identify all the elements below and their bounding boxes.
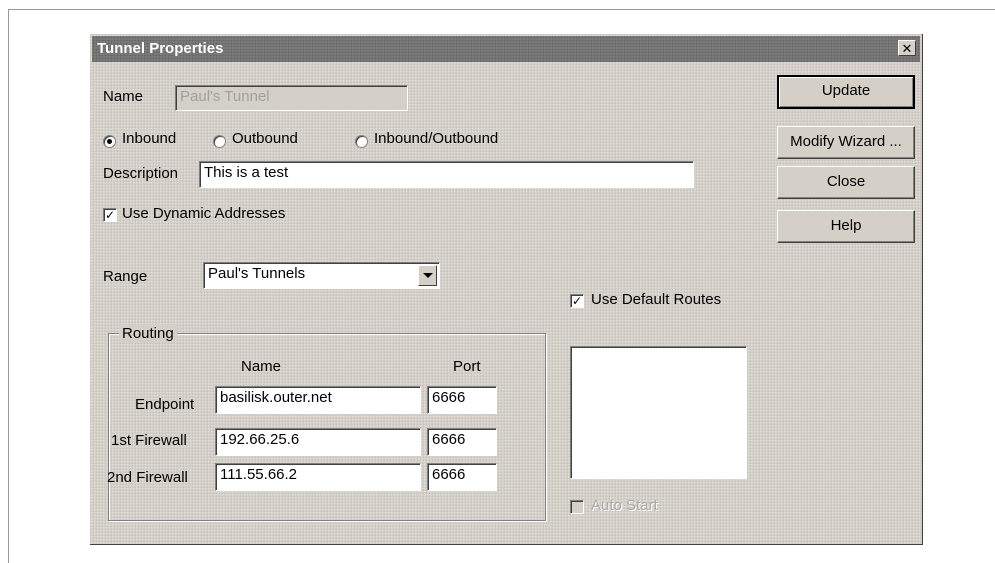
routing-row-label-firewall2: 2nd Firewall [107, 469, 188, 486]
endpoint-name-field[interactable]: basilisk.outer.net [215, 386, 421, 414]
range-combobox[interactable]: Paul's Tunnels [203, 262, 440, 289]
range-label: Range [103, 268, 148, 285]
firewall2-name-field[interactable]: 111.55.66.2 [215, 463, 421, 491]
chevron-down-icon[interactable] [418, 265, 437, 286]
radio-inbound[interactable] [103, 135, 116, 148]
routing-row-label-firewall1: 1st Firewall [111, 432, 187, 449]
title-bar[interactable]: Tunnel Properties ✕ [92, 36, 920, 62]
tunnel-properties-dialog: Tunnel Properties ✕ Name Paul's Tunnel I… [89, 33, 923, 545]
radio-inbound-label[interactable]: Inbound [122, 130, 176, 147]
description-field[interactable]: This is a test [199, 161, 694, 188]
dynamic-addresses-label[interactable]: Use Dynamic Addresses [122, 205, 285, 222]
firewall1-name-field[interactable]: 192.66.25.6 [215, 428, 421, 456]
frame-top-line [8, 9, 995, 10]
default-routes-label[interactable]: Use Default Routes [591, 291, 721, 308]
routing-name-header: Name [241, 358, 282, 375]
range-value: Paul's Tunnels [208, 265, 306, 282]
name-label: Name [103, 88, 144, 105]
close-button[interactable]: Close [777, 166, 915, 199]
close-icon[interactable]: ✕ [898, 40, 916, 56]
radio-inbound-outbound-label[interactable]: Inbound/Outbound [374, 130, 498, 147]
routing-row-label-endpoint: Endpoint [135, 396, 195, 413]
radio-outbound-label[interactable]: Outbound [232, 130, 298, 147]
routing-port-header: Port [453, 358, 481, 375]
auto-start-checkbox [570, 500, 584, 514]
firewall1-port-field[interactable]: 6666 [427, 428, 497, 456]
auto-start-label: Auto Start [591, 497, 658, 514]
modify-wizard-button[interactable]: Modify Wizard ... [777, 126, 915, 159]
dynamic-addresses-checkbox[interactable]: ✓ [103, 208, 117, 222]
help-button[interactable]: Help [777, 210, 915, 243]
name-field: Paul's Tunnel [175, 85, 408, 111]
endpoint-port-field[interactable]: 6666 [427, 386, 497, 414]
update-button[interactable]: Update [777, 75, 915, 109]
radio-inbound-outbound[interactable] [355, 135, 368, 148]
radio-outbound[interactable] [213, 135, 226, 148]
routing-group-label: Routing [119, 325, 177, 342]
default-routes-checkbox[interactable]: ✓ [570, 294, 584, 308]
firewall2-port-field[interactable]: 6666 [427, 463, 497, 491]
routes-listbox[interactable] [570, 346, 747, 479]
description-label: Description [103, 165, 179, 182]
frame-left-line [8, 9, 9, 563]
window-title: Tunnel Properties [97, 40, 224, 57]
